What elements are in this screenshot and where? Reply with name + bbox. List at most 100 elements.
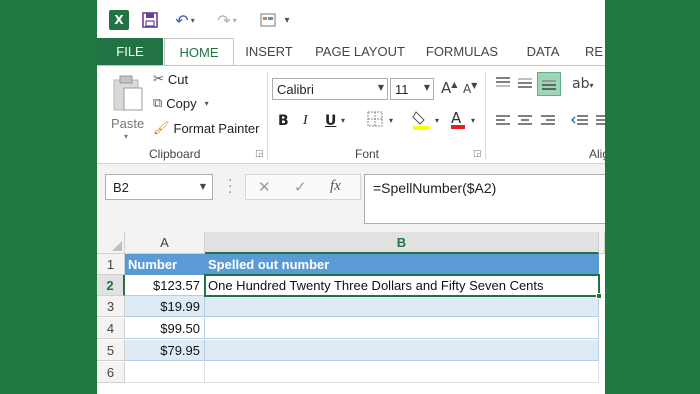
chevron-down-icon: ▼ <box>423 83 430 92</box>
chevron-down-icon: ▼ <box>199 182 206 191</box>
cell-a2[interactable]: $123.57 <box>125 275 205 296</box>
cut-button[interactable]: ✂ Cut <box>153 72 188 87</box>
clipboard-launcher-icon[interactable]: ◲ <box>255 149 264 159</box>
tab-home[interactable]: HOME <box>164 38 234 67</box>
name-box[interactable]: B2 ▼ <box>105 174 213 200</box>
row-header-2[interactable]: 2 <box>97 275 125 296</box>
decrease-indent-icon[interactable] <box>570 114 589 132</box>
font-color-icon[interactable]: A <box>451 109 465 129</box>
formula-bar: B2 ▼ · · · ✕ ✓ fx =SpellNumber($A2) <box>97 164 605 232</box>
orientation-icon[interactable]: ab▾ <box>572 76 593 92</box>
font-size-combo[interactable]: 11 ▼ <box>390 78 434 100</box>
font-group-label: Font <box>355 147 380 161</box>
row-header-6[interactable]: 6 <box>97 362 125 383</box>
paste-button[interactable]: Paste ▾ <box>105 72 149 142</box>
cell-b2[interactable]: One Hundred Twenty Three Dollars and Fif… <box>205 275 599 296</box>
cut-label: Cut <box>167 72 189 87</box>
fill-color-icon[interactable] <box>412 110 430 134</box>
underline-dropdown-icon[interactable]: ▾ <box>341 116 345 125</box>
align-right-icon[interactable] <box>540 114 556 132</box>
cell-a4[interactable]: $99.50 <box>125 318 205 339</box>
redo-icon[interactable]: ↷ ▾ <box>213 10 241 30</box>
column-header-b[interactable]: B <box>205 232 599 254</box>
row-header-1[interactable]: 1 <box>97 254 125 275</box>
align-bottom-button[interactable] <box>537 72 561 96</box>
cell-a3[interactable]: $19.99 <box>125 296 205 317</box>
cell-b3[interactable] <box>205 296 599 317</box>
cell-b1[interactable]: Spelled out number <box>205 254 599 275</box>
scissors-icon: ✂ <box>153 72 164 87</box>
group-divider <box>485 72 486 160</box>
increase-font-icon[interactable]: A▲ <box>441 79 457 97</box>
cell-b4[interactable] <box>205 318 599 339</box>
copy-label: Copy <box>166 96 197 111</box>
cell-a6[interactable] <box>125 362 205 383</box>
tab-data[interactable]: DATA <box>517 38 569 66</box>
cell-b5[interactable] <box>205 340 599 361</box>
tab-insert[interactable]: INSERT <box>237 38 301 66</box>
formula-bar-grip-icon: · · · <box>228 173 233 201</box>
underline-button[interactable]: U <box>325 113 336 129</box>
formula-value: =SpellNumber($A2) <box>373 180 497 196</box>
paintbrush-icon: 🖌 <box>153 121 170 136</box>
font-color-dropdown-icon[interactable]: ▾ <box>471 116 475 125</box>
cell-b6[interactable] <box>205 362 599 383</box>
paste-label: Paste <box>111 116 145 131</box>
tab-page-layout[interactable]: PAGE LAYOUT <box>307 38 413 66</box>
row-header-4[interactable]: 4 <box>97 318 125 339</box>
align-bottom-icon <box>542 80 556 90</box>
row-header-5[interactable]: 5 <box>97 340 125 361</box>
column-header-a[interactable]: A <box>125 232 205 254</box>
cell-a5[interactable]: $79.95 <box>125 340 205 361</box>
align-top-icon[interactable] <box>495 76 511 94</box>
undo-icon[interactable]: ↶ ▾ <box>171 10 199 30</box>
excel-icon[interactable]: X <box>109 10 129 30</box>
ribbon-tabs: FILE HOME INSERT PAGE LAYOUT FORMULAS DA… <box>97 38 605 67</box>
font-name-combo[interactable]: Calibri ▼ <box>272 78 388 100</box>
quick-access-toolbar: X ↶ ▾ ↷ ▾ ▾ <box>97 0 605 38</box>
formula-input[interactable]: =SpellNumber($A2) <box>364 174 605 224</box>
format-painter-button[interactable]: 🖌 Format Painter <box>153 121 260 136</box>
increase-indent-icon[interactable] <box>595 114 605 132</box>
decrease-font-icon[interactable]: A▼ <box>463 81 477 96</box>
tab-file[interactable]: FILE <box>97 38 163 66</box>
font-size-value: 11 <box>395 82 409 97</box>
font-name-value: Calibri <box>277 82 314 97</box>
ribbon-home: Paste ▾ ✂ Cut ⧉ Copy ▾ 🖌 Format Painter Cli… <box>97 66 605 164</box>
alignment-group-label: Alig <box>589 147 605 161</box>
fill-handle[interactable] <box>596 293 602 299</box>
insert-function-icon[interactable]: fx <box>330 178 341 195</box>
excel-window: X ↶ ▾ ↷ ▾ ▾ FILE HOME INSERT PAGE LAYOUT F… <box>97 0 605 394</box>
align-middle-icon[interactable] <box>517 76 533 94</box>
copy-icon: ⧉ <box>153 96 163 111</box>
clipboard-group-label: Clipboard <box>149 147 201 161</box>
italic-button[interactable]: I <box>303 113 308 129</box>
copy-button[interactable]: ⧉ Copy ▾ <box>153 96 209 111</box>
formula-buttons: ✕ ✓ fx <box>245 174 361 200</box>
cell-a1[interactable]: Number <box>125 254 205 275</box>
borders-icon[interactable] <box>367 111 383 131</box>
column-header-c[interactable] <box>599 232 605 254</box>
row-header-3[interactable]: 3 <box>97 296 125 317</box>
format-painter-label: Format Painter <box>173 121 260 136</box>
select-all-corner[interactable] <box>97 232 125 254</box>
borders-dropdown-icon[interactable]: ▾ <box>389 116 393 125</box>
align-center-icon[interactable] <box>517 114 533 132</box>
name-box-value: B2 <box>113 180 129 195</box>
cancel-icon[interactable]: ✕ <box>258 178 271 196</box>
paste-dropdown-icon: ▾ <box>124 132 129 141</box>
font-launcher-icon[interactable]: ◲ <box>473 149 482 159</box>
save-icon[interactable] <box>141 10 159 30</box>
copy-dropdown-icon: ▾ <box>204 99 209 108</box>
worksheet-grid[interactable]: A B 1 2 3 4 5 6 Number Spelled out numbe… <box>97 232 605 394</box>
align-left-icon[interactable] <box>495 114 511 132</box>
tab-formulas[interactable]: FORMULAS <box>421 38 503 66</box>
chevron-down-icon: ▼ <box>377 83 384 92</box>
tab-review[interactable]: RE <box>585 38 605 66</box>
bold-button[interactable]: B <box>278 113 289 129</box>
fill-color-dropdown-icon[interactable]: ▾ <box>435 116 439 125</box>
customize-icon[interactable]: ▾ <box>255 10 295 30</box>
paste-icon <box>113 75 143 111</box>
group-divider <box>267 72 268 160</box>
enter-icon[interactable]: ✓ <box>294 178 307 196</box>
